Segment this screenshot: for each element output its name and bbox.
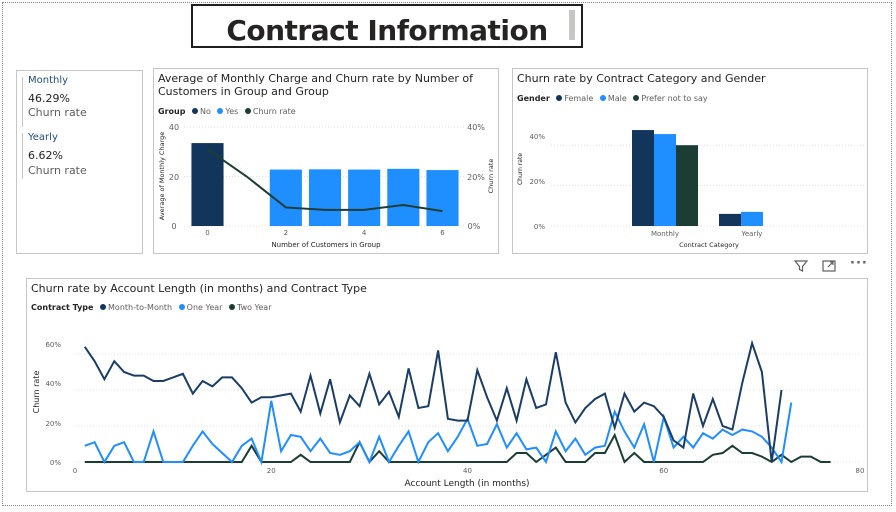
y-tick: 40% [529, 133, 545, 141]
y-tick: 0 [171, 222, 176, 231]
y-axis-label: Churn rate [517, 153, 524, 185]
more-options-icon[interactable]: ··· [850, 256, 868, 271]
monthly-label: Monthly [28, 75, 69, 86]
x-axis-label: Contract Category [679, 241, 739, 249]
monthly-sub: Churn rate [28, 106, 87, 119]
x-axis-label: Number of Customers in Group [271, 241, 381, 249]
y-tick: 0% [50, 459, 61, 467]
y-tick: 40% [45, 380, 61, 388]
bar-yearly-1[interactable] [741, 211, 763, 226]
page-title-box: Contract Information [191, 4, 583, 48]
x-tick: 40 [463, 467, 472, 475]
yearly-sub: Churn rate [28, 164, 87, 177]
bar-yearly-0[interactable] [719, 213, 741, 226]
y-tick: 20% [529, 178, 545, 186]
focus-mode-icon[interactable] [821, 258, 837, 278]
contract-gender-chart: 40% 20% 0% Monthly Yearly Contract Categ… [517, 130, 865, 249]
title-scrollbar[interactable] [569, 10, 575, 40]
bar-yes-4[interactable] [348, 169, 381, 226]
y-tick: 0% [534, 223, 545, 231]
yearly-label: Yearly [28, 132, 58, 143]
x-tick: 2 [284, 229, 288, 237]
x-tick: 0 [205, 229, 209, 237]
x-tick: 60 [659, 467, 668, 475]
x-axis-label: Account Length (in months) [404, 479, 529, 489]
y2-axis-label: Churn rate [487, 159, 495, 194]
y-tick: 40 [169, 123, 179, 132]
bar-no-0[interactable] [191, 143, 224, 226]
y-axis-label: Average of Monthly Charge [158, 132, 166, 221]
account-length-chart-visual[interactable]: Churn rate by Account Length (in months)… [26, 278, 868, 492]
card-accent [22, 77, 23, 127]
filter-icon[interactable] [793, 258, 809, 278]
x-tick: 80 [856, 467, 865, 475]
y-axis-label: Churn rate [32, 371, 41, 414]
bar-yes-5[interactable] [387, 168, 420, 226]
card-accent [22, 133, 23, 179]
y-tick: 20 [169, 173, 179, 182]
bar-monthly-2[interactable] [676, 145, 698, 226]
x-category: Monthly [651, 230, 679, 238]
bar-monthly-1[interactable] [654, 134, 676, 226]
y2-tick: 40% [467, 123, 485, 132]
y-tick: 20% [45, 420, 61, 428]
monthly-charge-chart: 40 20 0 40% 20% 0% 0 2 4 6 Number of Custom… [158, 123, 495, 249]
x-tick: 4 [362, 229, 367, 237]
bar-yes-6[interactable] [426, 170, 459, 226]
y-tick: 60% [45, 341, 61, 349]
bar-monthly-0[interactable] [632, 130, 654, 226]
x-category: Yearly [741, 230, 763, 238]
yearly-value: 6.62% [28, 149, 63, 162]
x-tick: 20 [267, 467, 276, 475]
account-length-chart: 60% 40% 20% 0% 0 20 40 60 80 Account Length … [32, 339, 865, 489]
x-tick: 6 [440, 229, 445, 237]
y2-tick: 20% [467, 173, 485, 182]
contract-gender-chart-visual[interactable]: Churn rate by Contract Category and Gend… [512, 68, 868, 254]
y2-tick: 0% [468, 222, 481, 231]
kpi-card-visual[interactable]: Monthly 46.29% Churn rate Yearly 6.62% C… [16, 70, 143, 254]
bar-yes-3[interactable] [308, 169, 342, 226]
monthly-value: 46.29% [28, 92, 70, 105]
page-title: Contract Information [226, 14, 548, 47]
x-tick: 0 [73, 467, 77, 475]
monthly-charge-chart-visual[interactable]: Average of Monthly Charge and Churn rate… [153, 68, 499, 254]
